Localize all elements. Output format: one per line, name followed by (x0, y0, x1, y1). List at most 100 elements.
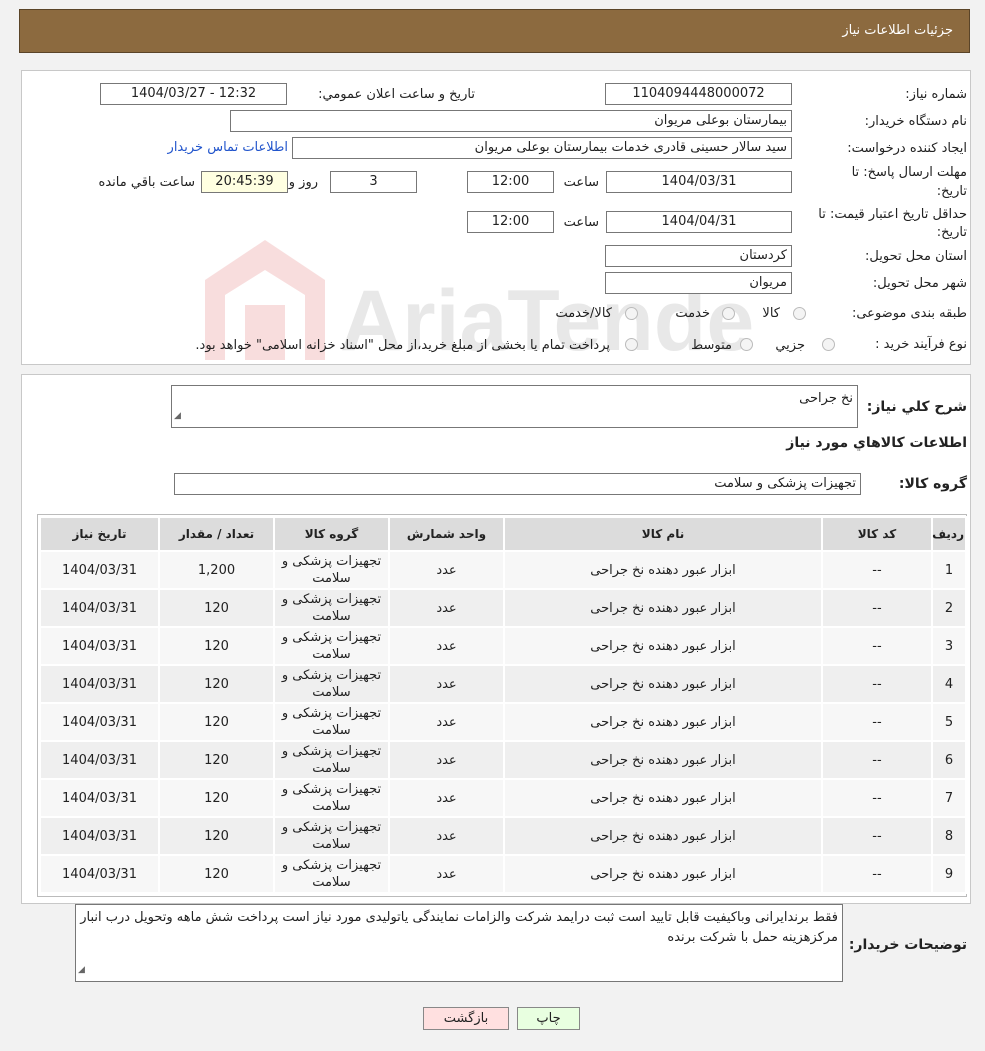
table-row: 2 -- ابزار عبور دهنده نخ جراحی عدد تجهیز… (39, 588, 967, 628)
province-label: استان محل تحويل: (865, 249, 967, 264)
cell-unit: عدد (388, 588, 505, 628)
table-row: 7 -- ابزار عبور دهنده نخ جراحی عدد تجهیز… (39, 778, 967, 818)
validity-label: حداقل تاريخ اعتبار قيمت: تا (818, 207, 967, 222)
cell-qty: 120 (158, 854, 275, 894)
cell-qty: 120 (158, 626, 275, 666)
deadline-time-field: 12:00 (467, 171, 554, 193)
process-treasury-checkbox[interactable] (625, 338, 638, 351)
creator-label: ايجاد كننده درخواست: (847, 141, 967, 156)
cell-unit: عدد (388, 626, 505, 666)
cell-group: تجهیزات پزشکی و سلامت (273, 854, 390, 894)
cell-qty: 1,200 (158, 550, 275, 590)
cell-name: ابزار عبور دهنده نخ جراحی (503, 740, 823, 780)
remaining-label: ساعت باقي مانده (98, 175, 195, 190)
table-row: 5 -- ابزار عبور دهنده نخ جراحی عدد تجهیز… (39, 702, 967, 742)
announce-label: تاريخ و ساعت اعلان عمومي: (318, 87, 475, 102)
summary-textarea[interactable]: نخ جراحی ◢ (171, 385, 858, 428)
cell-qty: 120 (158, 740, 275, 780)
cell-qty: 120 (158, 816, 275, 856)
cell-group: تجهیزات پزشکی و سلامت (273, 588, 390, 628)
cell-qty: 120 (158, 588, 275, 628)
days-label: روز و (288, 175, 318, 190)
city-label: شهر محل تحويل: (872, 276, 967, 291)
cell-code: -- (821, 740, 933, 780)
cell-name: ابزار عبور دهنده نخ جراحی (503, 588, 823, 628)
category-both-radio[interactable] (625, 307, 638, 320)
table-row: 4 -- ابزار عبور دهنده نخ جراحی عدد تجهیز… (39, 664, 967, 704)
cell-group: تجهیزات پزشکی و سلامت (273, 778, 390, 818)
deadline-label-date: تاريخ: (936, 184, 967, 199)
notes-textarea[interactable]: فقط برندایرانی وباکیفیت قابل تایید است ث… (75, 904, 843, 982)
notes-text: فقط برندایرانی وباکیفیت قابل تایید است ث… (80, 910, 838, 945)
cell-row: 3 (931, 626, 967, 666)
summary-text: نخ جراحی (799, 391, 853, 406)
items-table: رديف كد كالا نام كالا واحد شمارش گروه كا… (39, 516, 967, 894)
cell-date: 1404/03/31 (39, 664, 160, 704)
process-label: نوع فرآيند خريد : (875, 337, 967, 352)
cell-date: 1404/03/31 (39, 702, 160, 742)
cell-date: 1404/03/31 (39, 816, 160, 856)
table-row: 9 -- ابزار عبور دهنده نخ جراحی عدد تجهیز… (39, 854, 967, 894)
cell-row: 8 (931, 816, 967, 856)
cell-date: 1404/03/31 (39, 550, 160, 590)
cell-group: تجهیزات پزشکی و سلامت (273, 626, 390, 666)
buyer-contact-link[interactable]: اطلاعات تماس خريدار (168, 140, 288, 155)
days-remaining-field: 3 (330, 171, 417, 193)
category-goods-radio[interactable] (793, 307, 806, 320)
process-small-label: جزيي (775, 338, 805, 353)
cell-unit: عدد (388, 816, 505, 856)
need-number-field: 1104094448000072 (605, 83, 792, 105)
back-button[interactable]: بازگشت (423, 1007, 509, 1030)
cell-name: ابزار عبور دهنده نخ جراحی (503, 778, 823, 818)
process-note: پرداخت تمام يا بخشی از مبلغ خريد،از محل … (195, 338, 610, 353)
process-medium-radio[interactable] (740, 338, 753, 351)
table-row: 1 -- ابزار عبور دهنده نخ جراحی عدد تجهیز… (39, 550, 967, 590)
category-service-radio[interactable] (722, 307, 735, 320)
deadline-label: مهلت ارسال پاسخ: تا (851, 165, 967, 180)
resize-grip-icon[interactable]: ◢ (78, 960, 85, 980)
cell-unit: عدد (388, 702, 505, 742)
cell-date: 1404/03/31 (39, 854, 160, 894)
page-title: جزئيات اطلاعات نياز (842, 23, 953, 38)
col-name-header: نام كالا (503, 516, 823, 552)
cell-code: -- (821, 778, 933, 818)
cell-row: 6 (931, 740, 967, 780)
cell-row: 4 (931, 664, 967, 704)
cell-code: -- (821, 550, 933, 590)
page-header: جزئيات اطلاعات نياز (19, 9, 970, 53)
summary-label: شرح كلي نياز: (866, 399, 967, 415)
group-label: گروه كالا: (898, 476, 967, 492)
cell-qty: 120 (158, 778, 275, 818)
cell-name: ابزار عبور دهنده نخ جراحی (503, 550, 823, 590)
cell-qty: 120 (158, 702, 275, 742)
validity-time-field: 12:00 (467, 211, 554, 233)
cell-code: -- (821, 664, 933, 704)
validity-time-label: ساعت (563, 215, 599, 230)
cell-code: -- (821, 626, 933, 666)
cell-name: ابزار عبور دهنده نخ جراحی (503, 816, 823, 856)
deadline-time-label: ساعت (563, 175, 599, 190)
process-small-radio[interactable] (822, 338, 835, 351)
print-button[interactable]: چاپ (517, 1007, 580, 1030)
need-number-label: شماره نياز: (905, 87, 967, 102)
table-row: 6 -- ابزار عبور دهنده نخ جراحی عدد تجهیز… (39, 740, 967, 780)
cell-date: 1404/03/31 (39, 588, 160, 628)
validity-label-date: تاريخ: (936, 225, 967, 240)
category-label: طبقه بندی موضوعی: (851, 306, 967, 321)
table-header-row: رديف كد كالا نام كالا واحد شمارش گروه كا… (39, 516, 967, 552)
cell-unit: عدد (388, 550, 505, 590)
cell-code: -- (821, 702, 933, 742)
announce-field: 1404/03/27 - 12:32 (100, 83, 287, 105)
table-row: 8 -- ابزار عبور دهنده نخ جراحی عدد تجهیز… (39, 816, 967, 856)
cell-group: تجهیزات پزشکی و سلامت (273, 664, 390, 704)
col-unit-header: واحد شمارش (388, 516, 505, 552)
items-section-title: اطلاعات كالاهاي مورد نياز (786, 435, 967, 451)
cell-row: 2 (931, 588, 967, 628)
col-row-header: رديف (931, 516, 967, 552)
cell-name: ابزار عبور دهنده نخ جراحی (503, 702, 823, 742)
cell-code: -- (821, 588, 933, 628)
province-field: کردستان (605, 245, 792, 267)
resize-grip-icon[interactable]: ◢ (174, 406, 181, 426)
cell-date: 1404/03/31 (39, 778, 160, 818)
col-qty-header: تعداد / مقدار (158, 516, 275, 552)
